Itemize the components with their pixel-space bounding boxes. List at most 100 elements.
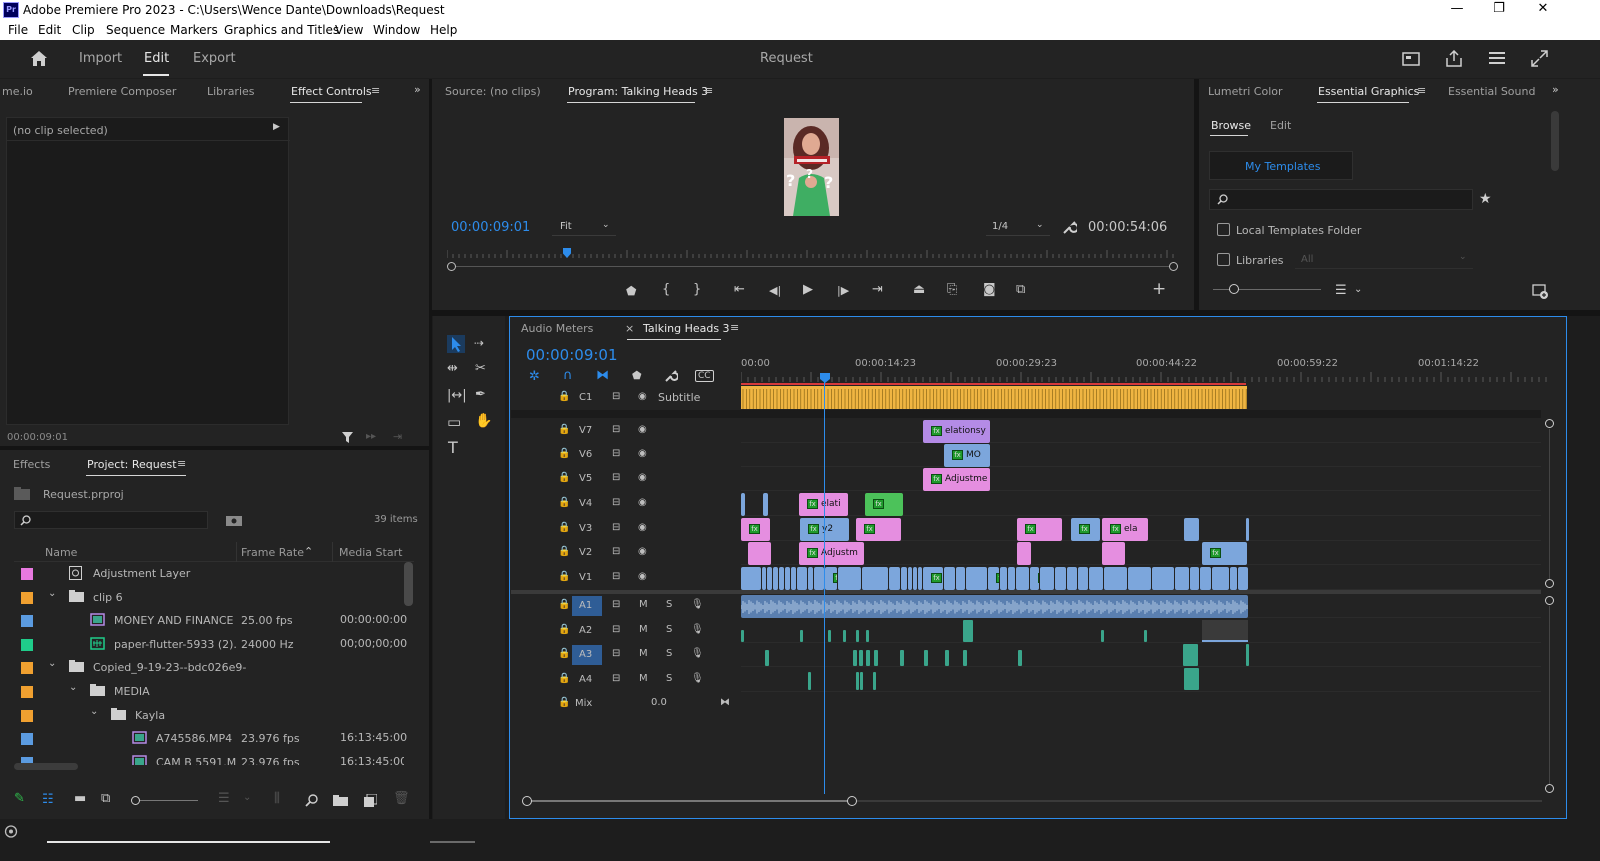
project-search-input[interactable] [14, 511, 208, 529]
add-marker-icon[interactable]: ⬟ [626, 283, 636, 299]
track-name[interactable]: V6 [579, 449, 592, 460]
background-tasks-icon[interactable] [4, 825, 18, 838]
column-frame-rate[interactable]: Frame Rate [241, 546, 304, 559]
timeline-clip[interactable] [1238, 567, 1248, 590]
mix-volume-value[interactable]: 0.0 [651, 697, 667, 708]
timeline-clip[interactable] [808, 567, 813, 590]
lock-icon[interactable]: 🔒 [558, 697, 570, 708]
menu-window[interactable]: Window [373, 23, 420, 37]
menu-clip[interactable]: Clip [72, 23, 95, 37]
timeline-clip[interactable]: fx ela [1102, 518, 1148, 541]
timeline-clip[interactable] [1078, 567, 1088, 590]
timeline-clip[interactable] [779, 567, 784, 590]
menu-view[interactable]: View [335, 23, 363, 37]
audio-clip[interactable] [874, 650, 878, 666]
label-color-swatch[interactable] [21, 591, 33, 604]
track-select-tool-icon[interactable]: ⇢ [474, 335, 484, 351]
home-icon[interactable] [30, 50, 48, 67]
nav-import[interactable]: Import [79, 51, 122, 66]
extract-icon[interactable]: ⎘ [947, 282, 957, 298]
timeline-clip[interactable] [748, 542, 771, 565]
solo-button[interactable]: S [666, 648, 672, 659]
timeline-clip[interactable] [1016, 567, 1029, 590]
eye-icon[interactable]: ◉ [638, 391, 647, 402]
mute-button[interactable]: M [639, 624, 648, 635]
fullscreen-icon[interactable] [1531, 50, 1548, 67]
timeline-clip[interactable] [797, 567, 807, 590]
audio-clip[interactable] [1101, 630, 1104, 642]
eye-icon[interactable]: ◉ [638, 424, 647, 435]
audio-scroll-track[interactable] [1549, 606, 1550, 784]
sync-lock-icon[interactable]: ⊟ [612, 624, 620, 635]
timeline-clip[interactable] [1128, 567, 1151, 590]
lock-icon[interactable]: 🔒 [558, 673, 570, 684]
track-name[interactable]: A2 [579, 625, 592, 636]
project-row[interactable]: Adjustment Layer [14, 562, 404, 585]
sort-icon[interactable]: ☰ [1335, 283, 1347, 298]
audio-clip[interactable] [963, 650, 967, 666]
project-row[interactable]: paper-flutter-5933 (2). 24000 Hz 00;00;00;… [14, 633, 407, 656]
timeline-clip[interactable] [1230, 567, 1237, 590]
sync-lock-icon[interactable]: ⊟ [612, 571, 620, 582]
timeline-clip[interactable]: fx [1202, 542, 1247, 565]
timeline-clip[interactable] [767, 567, 772, 590]
sync-lock-icon[interactable]: ⊟ [612, 648, 620, 659]
project-row[interactable]: ⌄ Copied_9-19-23--bdc026e9- [14, 656, 404, 679]
sync-lock-icon[interactable]: ⊟ [612, 599, 620, 610]
panel-menu-icon[interactable]: ≡ [730, 321, 739, 334]
track-name[interactable]: A1 [579, 600, 592, 611]
audio-clip[interactable] [828, 630, 831, 642]
lock-icon[interactable]: 🔒 [558, 448, 570, 459]
templates-search-input[interactable] [1209, 189, 1473, 210]
timeline-clip[interactable]: fx [741, 518, 770, 541]
timeline-clip[interactable]: fx [856, 518, 901, 541]
mark-out-icon[interactable]: } [693, 282, 701, 298]
mute-button[interactable]: M [639, 648, 648, 659]
audio-clip[interactable] [860, 672, 863, 690]
nav-edit[interactable]: Edit [144, 51, 169, 66]
subtab-edit[interactable]: Edit [1270, 119, 1291, 132]
new-bin-icon[interactable] [333, 795, 348, 806]
selection-tool-icon[interactable] [447, 335, 465, 353]
sync-lock-icon[interactable]: ⊟ [612, 546, 620, 557]
label-color-swatch[interactable] [21, 638, 33, 651]
sync-lock-icon[interactable]: ⊟ [612, 497, 620, 508]
local-templates-checkbox[interactable] [1217, 223, 1230, 236]
settings-wrench-icon[interactable] [1062, 220, 1077, 235]
eye-icon[interactable]: ◉ [638, 472, 647, 483]
tab-me-io[interactable]: me.io [2, 85, 33, 98]
eye-icon[interactable]: ◉ [638, 448, 647, 459]
sort-ascending-icon[interactable]: ⌃ [304, 545, 313, 558]
tab-premiere-composer[interactable]: Premiere Composer [68, 85, 176, 98]
lock-icon[interactable]: 🔒 [558, 497, 570, 508]
add-marker-icon[interactable]: ⬟ [632, 369, 642, 382]
go-to-in-icon[interactable]: ⇤ [734, 282, 745, 298]
trash-icon[interactable]: 🗑 [393, 791, 410, 806]
voiceover-mic-icon[interactable]: 🎙 [691, 599, 704, 610]
timeline-clip[interactable] [1152, 567, 1174, 590]
icon-view-icon[interactable]: ▬ [74, 791, 86, 806]
sort-icons-icon[interactable]: ☰ [218, 791, 230, 806]
timeline-clip[interactable] [1190, 567, 1199, 590]
disclosure-chevron-icon[interactable]: ⌄ [48, 658, 56, 669]
tab-effects[interactable]: Effects [13, 458, 50, 471]
audio-clip[interactable] [1183, 644, 1198, 666]
timeline-clip[interactable] [773, 567, 778, 590]
sync-lock-icon[interactable]: ⊟ [612, 424, 620, 435]
nav-export[interactable]: Export [193, 51, 236, 66]
program-current-timecode[interactable]: 00:00:09:01 [451, 220, 530, 235]
label-color-swatch[interactable] [21, 568, 33, 580]
lock-icon[interactable]: 🔒 [558, 472, 570, 483]
timeline-clip[interactable] [1008, 567, 1015, 590]
timeline-clip[interactable]: fx [825, 567, 837, 590]
export-frame-icon[interactable]: ◙ [983, 282, 996, 298]
panel-overflow-icon[interactable]: » [414, 83, 421, 96]
subtitle-clips[interactable] [741, 386, 1247, 409]
track-name[interactable]: V4 [579, 498, 592, 509]
eye-icon[interactable]: ◉ [638, 546, 647, 557]
timeline-scroll-thumb[interactable] [527, 800, 850, 802]
timeline-clip[interactable] [762, 567, 766, 590]
timeline-clip[interactable] [1089, 567, 1103, 590]
new-layer-icon[interactable] [1532, 283, 1549, 299]
export-clip-icon[interactable]: ⇥ [393, 430, 402, 443]
